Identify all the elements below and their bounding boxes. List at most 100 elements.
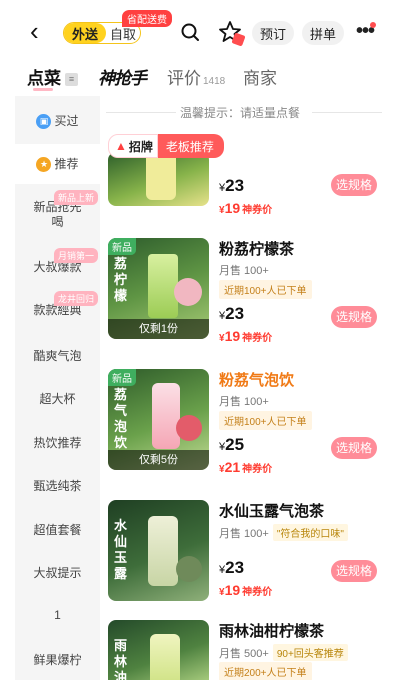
top-bar: ‹ 外送 自取 省配送费 预订 拼单 •••: [0, 0, 411, 58]
new-tag: 新品: [108, 238, 136, 255]
product-image-text: 雨林油柑: [114, 638, 128, 680]
tab-shenqiang[interactable]: 神抢手: [98, 64, 147, 89]
review-count: 1418: [203, 76, 226, 87]
product-item[interactable]: 新品 荔气泡饮 仅剩5份 粉荔气泡饮 月售 100+ 近期100+人已下单 ¥2…: [108, 369, 408, 479]
sidebar-item-pure-tea[interactable]: 甄选纯茶: [15, 477, 100, 494]
sidebar-item-label: 推荐: [54, 157, 79, 171]
product-image-text: 荔柠檬: [114, 256, 128, 303]
product-price: ¥25: [219, 435, 245, 454]
review-note-tag: "符合我的口味": [272, 524, 348, 541]
product-item[interactable]: 水仙玉露 水仙玉露气泡茶 月售 100+ "符合我的口味" ¥23 ¥19 神券价 …: [108, 500, 408, 610]
select-spec-button[interactable]: 选规格: [331, 560, 377, 582]
fee-badge: 省配送费: [122, 10, 172, 27]
sidebar-item-label: 超大杯: [39, 392, 76, 406]
drink-shape: [146, 152, 176, 200]
sidebar-item-sparkling[interactable]: 酷爽气泡: [15, 347, 100, 364]
product-list: 温馨提示：请适量点餐 ▲ 招牌 老板推荐 ¥23 ¥19 神券价 选规格 新品 荔柠…: [100, 96, 411, 680]
sidebar-badge: 新品上新: [54, 190, 99, 205]
tab-order-label: 点菜: [27, 69, 61, 88]
category-sidebar: ▣ 买过 ★ 推荐 新品上新 新品抢先喝 月销第一 大叔爆款 龙井回归 款款經典 酷…: [15, 96, 100, 680]
reserve-button[interactable]: 预订: [252, 21, 294, 45]
product-coupon-price: ¥19 神券价: [219, 200, 273, 216]
flame-icon: ▲: [115, 139, 127, 153]
notification-dot: [370, 22, 376, 28]
fav-badge-icon: [231, 32, 246, 47]
product-coupon-price: ¥19 神券价: [219, 328, 273, 344]
product-name[interactable]: 雨林油柑柠檬茶: [219, 620, 324, 641]
product-coupon-price: ¥21 神券价: [219, 459, 273, 475]
product-image[interactable]: 新品 荔气泡饮 仅剩5份: [108, 369, 209, 470]
product-name[interactable]: 粉荔柠檬茶: [219, 238, 294, 259]
product-sales: 月售 100+: [219, 396, 269, 408]
tab-merchant-label: 商家: [243, 69, 277, 88]
sidebar-item-1[interactable]: 1: [15, 608, 100, 622]
tab-shenqiang-label: 神抢手: [98, 69, 147, 88]
divider: [312, 112, 382, 113]
product-name[interactable]: 粉荔气泡饮: [219, 369, 294, 390]
product-item[interactable]: 新品 荔柠檬 仅剩1份 粉荔柠檬茶 月售 100+ 近期100+人已下单 ¥23…: [108, 238, 408, 348]
select-spec-button[interactable]: 选规格: [331, 437, 377, 459]
drink-shape: [148, 516, 178, 586]
product-image[interactable]: 雨林油柑: [108, 620, 209, 680]
recent-orders-tag: 近期100+人已下单: [219, 280, 312, 299]
tab-merchant[interactable]: 商家: [243, 64, 277, 89]
product-price: ¥23: [219, 176, 245, 195]
sidebar-item-tips[interactable]: 大叔提示: [15, 564, 100, 581]
product-price: ¥23: [219, 304, 245, 323]
sidebar-item-large-cup[interactable]: 超大杯: [15, 390, 100, 407]
sidebar-item-classic[interactable]: 龙井回归 款款經典: [15, 291, 100, 318]
bag-icon: ▣: [36, 114, 52, 130]
group-order-button[interactable]: 拼单: [302, 21, 344, 45]
sidebar-badge: 龙井回归: [54, 291, 99, 306]
select-spec-button[interactable]: 选规格: [331, 306, 377, 328]
product-image[interactable]: 水仙玉露: [108, 500, 209, 601]
search-icon[interactable]: [180, 22, 200, 42]
sidebar-item-label: 1: [54, 608, 61, 622]
product-coupon-price: ¥19 神券价: [219, 582, 273, 598]
product-image[interactable]: [108, 152, 209, 206]
sidebar-item-fruit[interactable]: 鲜果爆柠: [15, 651, 100, 668]
product-image-text: 荔气泡饮: [114, 387, 128, 450]
returning-customer-tag: 90+回头客推荐: [272, 644, 348, 661]
tab-review-label: 评价: [167, 69, 201, 88]
drink-shape: [148, 254, 178, 318]
sidebar-item-combo[interactable]: 超值套餐: [15, 521, 100, 538]
stock-label: 仅剩5份: [108, 450, 209, 470]
product-item[interactable]: ¥23 ¥19 神券价 选规格: [108, 152, 408, 226]
product-name[interactable]: 水仙玉露气泡茶: [219, 500, 324, 521]
sidebar-item-hot-drinks[interactable]: 热饮推荐: [15, 434, 100, 451]
fruit-shape: [176, 556, 202, 582]
filter-icon: ≡: [65, 73, 78, 87]
sidebar-item-label: 买过: [54, 114, 79, 128]
sidebar-item-label: 甄选纯茶: [33, 479, 82, 493]
stock-label: 仅剩1份: [108, 319, 209, 339]
new-tag: 新品: [108, 369, 136, 386]
recent-orders-tag: 近期100+人已下单: [219, 411, 312, 430]
product-sales: 月售 100+: [219, 265, 269, 277]
product-sales: 月售 500+ 90+回头客推荐: [219, 644, 348, 661]
select-spec-button[interactable]: 选规格: [331, 174, 377, 196]
product-image-text: 水仙玉露: [114, 518, 128, 581]
drink-shape: [150, 634, 180, 680]
recent-orders-tag: 近期200+人已下单: [219, 662, 312, 680]
sidebar-item-label: 大叔提示: [33, 566, 82, 580]
mode-delivery[interactable]: 外送: [64, 23, 106, 43]
product-image[interactable]: 新品 荔柠檬 仅剩1份: [108, 238, 209, 339]
promo-hot-label: 招牌: [128, 139, 153, 154]
sidebar-item-recommend[interactable]: ★ 推荐: [15, 144, 100, 184]
store-tabs: 点菜 ≡ 神抢手 评价 1418 商家: [0, 58, 411, 96]
sidebar-item-label: 鲜果爆柠: [33, 653, 82, 667]
back-icon[interactable]: ‹: [30, 18, 39, 44]
sidebar-badge: 月销第一: [54, 248, 99, 263]
product-price: ¥23: [219, 558, 245, 577]
sidebar-item-new[interactable]: 新品上新 新品抢先喝: [15, 190, 100, 230]
sidebar-item-label: 酷爽气泡: [33, 349, 82, 363]
tab-underline: [33, 88, 53, 91]
sidebar-item-bought[interactable]: ▣ 买过: [15, 106, 100, 136]
promo-hot: ▲ 招牌: [108, 134, 158, 158]
product-item[interactable]: 雨林油柑 雨林油柑柠檬茶 月售 500+90+回头客推荐 近期200+人已下单: [108, 620, 408, 680]
tab-order[interactable]: 点菜 ≡: [27, 64, 78, 89]
tab-review[interactable]: 评价 1418: [167, 64, 225, 89]
sidebar-item-bestseller[interactable]: 月销第一 大叔爆款: [15, 248, 100, 275]
promo-banner: ▲ 招牌 老板推荐: [108, 134, 224, 158]
